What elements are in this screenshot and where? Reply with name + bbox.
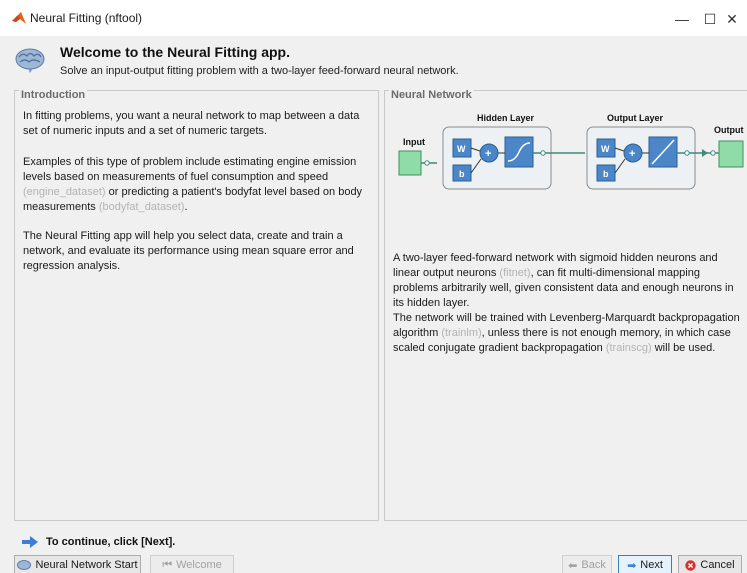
first-page-icon: ⏮ (162, 558, 173, 571)
cancel-icon (685, 559, 697, 571)
window-title: Neural Fitting (nftool) (30, 11, 143, 25)
input-node (398, 150, 422, 176)
network-paragraph-2: The network will be trained with Levenbe… (393, 311, 745, 356)
arrow-right-icon (22, 536, 38, 548)
neural-network-start-button[interactable]: Neural Network Start (14, 555, 141, 573)
welcome-label: Welcome (176, 559, 222, 571)
network-paragraph-1: A two-layer feed-forward network with si… (393, 251, 745, 311)
intro-p2-text-c: . (184, 201, 188, 213)
brain-icon (15, 48, 45, 73)
matlab-icon (12, 12, 26, 24)
brain-small-icon (17, 560, 32, 570)
network-diagram: Input Hidden Layer W b + Output Layer W … (398, 113, 744, 190)
neural-network-legend: Neural Network (389, 89, 474, 101)
hidden-bias-label: b (459, 169, 465, 179)
title-bar: Neural Fitting (nftool) — ☐ ✕ (0, 0, 747, 36)
engine-dataset-link[interactable]: (engine_dataset) (23, 186, 106, 198)
next-button[interactable]: ➡ Next (618, 555, 672, 573)
cancel-button[interactable]: Cancel (678, 555, 742, 573)
intro-paragraph-2: Examples of this type of problem include… (23, 155, 375, 215)
trainlm-link[interactable]: (trainlm) (441, 327, 481, 339)
output-sum-label: + (629, 148, 635, 160)
intro-paragraph-1: In fitting problems, you want a neural n… (23, 110, 360, 137)
input-label: Input (403, 137, 425, 147)
bodyfat-dataset-link[interactable]: (bodyfat_dataset) (99, 201, 185, 213)
app-content: Welcome to the Neural Fitting app. Solve… (0, 36, 747, 573)
back-button[interactable]: ⬅ Back (562, 555, 612, 573)
trainscg-link[interactable]: (trainscg) (606, 342, 652, 354)
intro-p2-text-a: Examples of this type of problem include… (23, 156, 357, 183)
close-button[interactable]: ✕ (718, 6, 746, 32)
page-title: Welcome to the Neural Fitting app. (60, 44, 290, 60)
output-node (718, 140, 744, 168)
intro-paragraph-3: The Neural Fitting app will help you sel… (23, 230, 354, 272)
neural-network-start-label: Neural Network Start (35, 559, 138, 571)
arrow-right-button-icon: ➡ (627, 559, 637, 572)
welcome-header: Welcome to the Neural Fitting app. Solve… (0, 36, 747, 88)
hidden-weight-label: W (457, 144, 466, 154)
next-label: Next (640, 559, 663, 571)
net-p2-text-c: will be used. (654, 342, 716, 354)
output-bias-label: b (603, 169, 609, 179)
cancel-label: Cancel (700, 559, 735, 571)
output-layer-label: Output Layer (607, 113, 664, 123)
hidden-sum-label: + (485, 148, 491, 160)
arrow-left-icon: ⬅ (568, 559, 578, 572)
hidden-layer-label: Hidden Layer (477, 113, 535, 123)
fitnet-link[interactable]: (fitnet) (499, 267, 530, 279)
continue-hint: To continue, click [Next]. (22, 536, 175, 548)
back-label: Back (581, 559, 606, 571)
introduction-panel: Introduction In fitting problems, you wa… (14, 89, 379, 521)
welcome-button[interactable]: ⏮ Welcome (150, 555, 234, 573)
output-weight-label: W (601, 144, 610, 154)
continue-hint-text: To continue, click [Next]. (46, 536, 176, 548)
neural-network-panel: Neural Network Input Hidden Layer W b + … (384, 89, 747, 521)
page-subtitle: Solve an input-output fitting problem wi… (60, 65, 459, 77)
introduction-legend: Introduction (19, 89, 88, 101)
output-label: Output (714, 125, 744, 135)
